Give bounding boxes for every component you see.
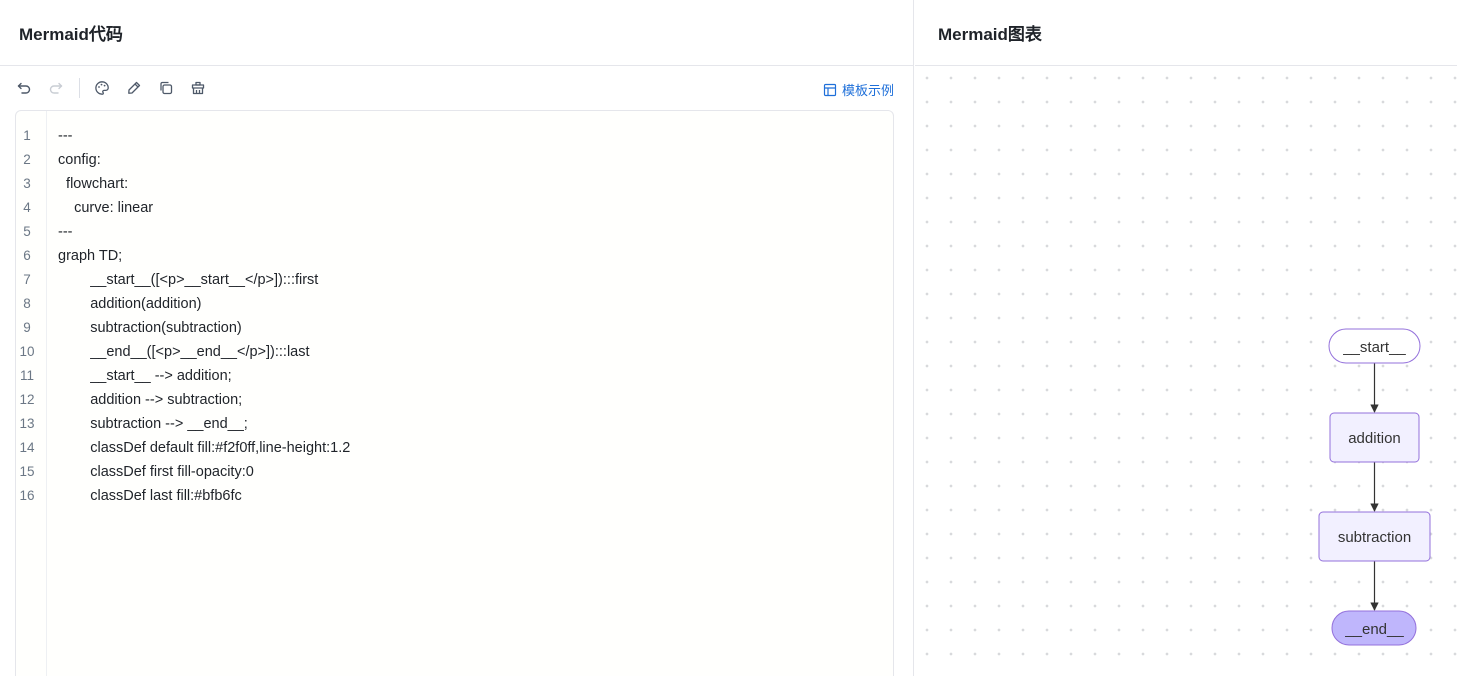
code-line: 16 classDef last fill:#bfb6fc	[16, 484, 886, 508]
code-line: 10 __end__([<p>__end__</p>]):::last	[16, 340, 886, 364]
code-text: classDef first fill-opacity:0	[58, 464, 254, 480]
code-panel-header: Mermaid代码	[0, 0, 913, 66]
node-start[interactable]: __start__	[1328, 328, 1421, 364]
editor-toolbar: 模板示例	[0, 66, 914, 110]
code-text: classDef default fill:#f2f0ff,line-heigh…	[58, 440, 351, 456]
code-text: config:	[58, 152, 101, 168]
code-line: 8 addition(addition)	[16, 292, 886, 316]
diagram-canvas[interactable]: __start__ addition subtraction __end__	[915, 66, 1457, 676]
template-examples-label: 模板示例	[841, 83, 894, 98]
diagram-panel: Mermaid图表 __start__ addition subtraction…	[915, 0, 1457, 676]
code-panel: Mermaid代码 模板示例 1 --- 2 config: 3 flowcha…	[0, 0, 914, 676]
line-number: 16	[19, 488, 35, 503]
copy-button[interactable]	[157, 79, 175, 97]
code-line: 11 __start__ --> addition;	[16, 364, 886, 388]
line-number: 11	[19, 368, 34, 383]
line-number: 8	[23, 296, 31, 311]
theme-button[interactable]	[93, 79, 111, 97]
node-addition-label: addition	[1348, 430, 1401, 447]
node-end[interactable]: __end__	[1331, 610, 1417, 646]
line-number: 9	[23, 320, 31, 335]
app-window: Mermaid代码 模板示例 1 --- 2 config: 3 flowcha…	[0, 0, 1457, 676]
palette-icon	[95, 81, 109, 95]
line-number: 10	[19, 344, 35, 359]
edit-style-button[interactable]	[125, 79, 143, 97]
code-panel-title: Mermaid代码	[19, 25, 123, 44]
template-icon	[823, 83, 837, 96]
diagram-panel-header: Mermaid图表	[915, 0, 1457, 66]
code-text: __start__ --> addition;	[58, 368, 232, 384]
code-text: curve: linear	[58, 200, 154, 216]
code-line: 15 classDef first fill-opacity:0	[16, 460, 886, 484]
code-text: __end__([<p>__end__</p>]):::last	[58, 344, 310, 360]
node-subtraction-label: subtraction	[1338, 529, 1411, 546]
line-number: 15	[19, 464, 35, 479]
node-end-label: __end__	[1344, 621, 1404, 638]
line-number: 2	[23, 152, 31, 167]
pen-icon	[128, 81, 141, 94]
code-text: classDef last fill:#bfb6fc	[58, 488, 242, 504]
code-text: ---	[58, 128, 73, 144]
code-line: 6 graph TD;	[16, 244, 886, 268]
code-text: addition --> subtraction;	[58, 392, 243, 408]
redo-button[interactable]	[47, 79, 65, 97]
code-editor[interactable]: 1 --- 2 config: 3 flowchart: 4 curve: line…	[15, 110, 894, 676]
copy-icon	[160, 81, 173, 95]
code-line: 14 classDef default fill:#f2f0ff,line-he…	[16, 436, 886, 460]
code-text: flowchart:	[58, 176, 129, 192]
code-text: __start__([<p>__start__</p>]):::first	[58, 272, 319, 288]
line-number: 5	[23, 224, 31, 239]
code-line: 2 config:	[16, 148, 886, 172]
line-number: 1	[23, 128, 31, 143]
node-addition[interactable]: addition	[1329, 412, 1420, 463]
line-number: 14	[19, 440, 35, 455]
code-line: 3 flowchart:	[16, 172, 886, 196]
toolbar-divider	[79, 78, 80, 98]
code-line: 12 addition --> subtraction;	[16, 388, 886, 412]
line-number: 7	[23, 272, 31, 287]
flowchart-svg: __start__ addition subtraction __end__	[1318, 328, 1431, 646]
code-line: 9 subtraction(subtraction)	[16, 316, 886, 340]
template-examples-link[interactable]: 模板示例	[823, 80, 894, 99]
node-start-label: __start__	[1342, 339, 1406, 356]
code-line: 4 curve: linear	[16, 196, 886, 220]
code-line: 1 ---	[16, 124, 886, 148]
line-number: 4	[23, 200, 31, 215]
line-number: 13	[19, 416, 35, 431]
code-line: 7 __start__([<p>__start__</p>]):::first	[16, 268, 886, 292]
code-text: subtraction --> __end__;	[58, 416, 248, 432]
code-line: 13 subtraction --> __end__;	[16, 412, 886, 436]
code-text: ---	[58, 224, 73, 240]
clear-button[interactable]	[189, 79, 207, 97]
line-number: 3	[23, 176, 31, 191]
undo-icon	[17, 82, 31, 94]
clear-icon	[191, 81, 205, 95]
node-subtraction[interactable]: subtraction	[1318, 511, 1431, 562]
code-line: 5 ---	[16, 220, 886, 244]
code-text: graph TD;	[58, 248, 123, 264]
undo-button[interactable]	[15, 79, 33, 97]
code-text: subtraction(subtraction)	[58, 320, 242, 336]
line-number: 12	[19, 392, 35, 407]
redo-icon	[49, 82, 63, 94]
diagram-panel-title: Mermaid图表	[938, 25, 1042, 44]
code-text: addition(addition)	[58, 296, 202, 312]
line-number: 6	[23, 248, 31, 263]
